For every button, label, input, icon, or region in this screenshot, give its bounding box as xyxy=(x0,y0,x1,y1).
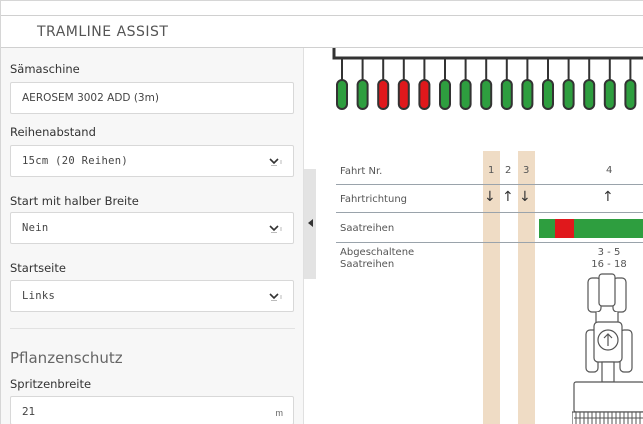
seed-row-active xyxy=(439,79,451,110)
row-spacing-label: Reihenabstand xyxy=(10,125,96,139)
direction-up-icon: ↑ xyxy=(602,189,614,205)
pass-number: 1 xyxy=(488,165,495,176)
seed-rows-disabled-segment xyxy=(555,219,574,238)
seed-row-active xyxy=(480,79,493,110)
disabled-rows-range: 3 - 5 xyxy=(597,247,621,258)
chevron-down-icon xyxy=(269,158,282,166)
section-divider xyxy=(10,328,295,329)
direction-up-icon: ↑ xyxy=(502,189,514,205)
direction-down-icon: ↓ xyxy=(484,189,496,205)
crop-protection-title: Pflanzenschutz xyxy=(10,349,123,367)
table-divider xyxy=(336,184,643,185)
row-spacing-value: 15cm (20 Reihen) xyxy=(22,155,128,167)
row-spacing-select[interactable]: 15cm (20 Reihen) xyxy=(10,145,294,177)
sprayer-width-label: Spritzenbreite xyxy=(10,377,92,391)
app-header: TRAMLINE ASSIST xyxy=(1,15,643,48)
pass-number: 4 xyxy=(606,165,613,176)
page-title: TRAMLINE ASSIST xyxy=(37,24,169,40)
chevron-down-icon xyxy=(269,293,282,301)
half-width-value: Nein xyxy=(22,222,49,234)
seed-row-active xyxy=(500,79,513,110)
seed-row-disabled xyxy=(397,79,410,110)
half-width-select[interactable]: Nein xyxy=(10,212,294,244)
machine-value: AEROSEM 3002 ADD (3m) xyxy=(22,92,159,104)
settings-panel: Sämaschine AEROSEM 3002 ADD (3m) Reihena… xyxy=(1,48,304,424)
start-side-label: Startseite xyxy=(10,261,66,275)
disabled-rows-range: 16 - 18 xyxy=(591,259,627,270)
seed-row-active xyxy=(356,79,369,110)
half-width-label: Start mit halber Breite xyxy=(10,194,139,208)
seed-row-active xyxy=(336,79,348,110)
seed-row-disabled xyxy=(418,79,431,110)
disabled-rows-label: Abgeschaltene Saatreihen xyxy=(340,247,415,270)
seed-rows-label: Saatreihen xyxy=(340,223,395,234)
table-divider xyxy=(336,242,643,243)
machine-label: Sämaschine xyxy=(10,62,80,76)
start-side-value: Links xyxy=(22,290,56,302)
sprayer-width-value: 21 xyxy=(22,406,36,418)
sprayer-width-unit: m xyxy=(275,408,284,418)
tramline-assist-window: TRAMLINE ASSIST Sämaschine AEROSEM 3002 … xyxy=(0,0,643,424)
tractor-icon xyxy=(572,273,643,424)
seed-row-active xyxy=(521,79,534,110)
seed-row-active xyxy=(542,79,554,110)
chevron-down-icon xyxy=(269,225,282,233)
machine-field[interactable]: AEROSEM 3002 ADD (3m) xyxy=(10,82,294,114)
seed-row-disabled xyxy=(377,79,390,110)
direction-label: Fahrtrichtung xyxy=(340,194,408,205)
seed-row-active xyxy=(459,79,472,110)
seed-row-active xyxy=(624,79,637,110)
table-divider xyxy=(336,212,643,213)
seed-row-active xyxy=(583,79,596,110)
chevron-left-icon xyxy=(308,219,313,227)
sprayer-width-input[interactable]: 21 m xyxy=(10,396,294,424)
seed-row-active xyxy=(562,79,575,110)
pass-number: 2 xyxy=(505,165,512,176)
start-side-select[interactable]: Links xyxy=(10,280,294,312)
pass-no-label: Fahrt Nr. xyxy=(340,166,383,177)
pass-number: 3 xyxy=(523,165,530,176)
seed-drill-diagram xyxy=(332,48,643,110)
tramline-visualization: Fahrt Nr. 1 2 3 4 Fahrtrichtung ↓ ↑ ↓ ↑ … xyxy=(317,48,643,424)
direction-down-icon: ↓ xyxy=(519,189,531,205)
seed-row-active xyxy=(603,79,616,110)
